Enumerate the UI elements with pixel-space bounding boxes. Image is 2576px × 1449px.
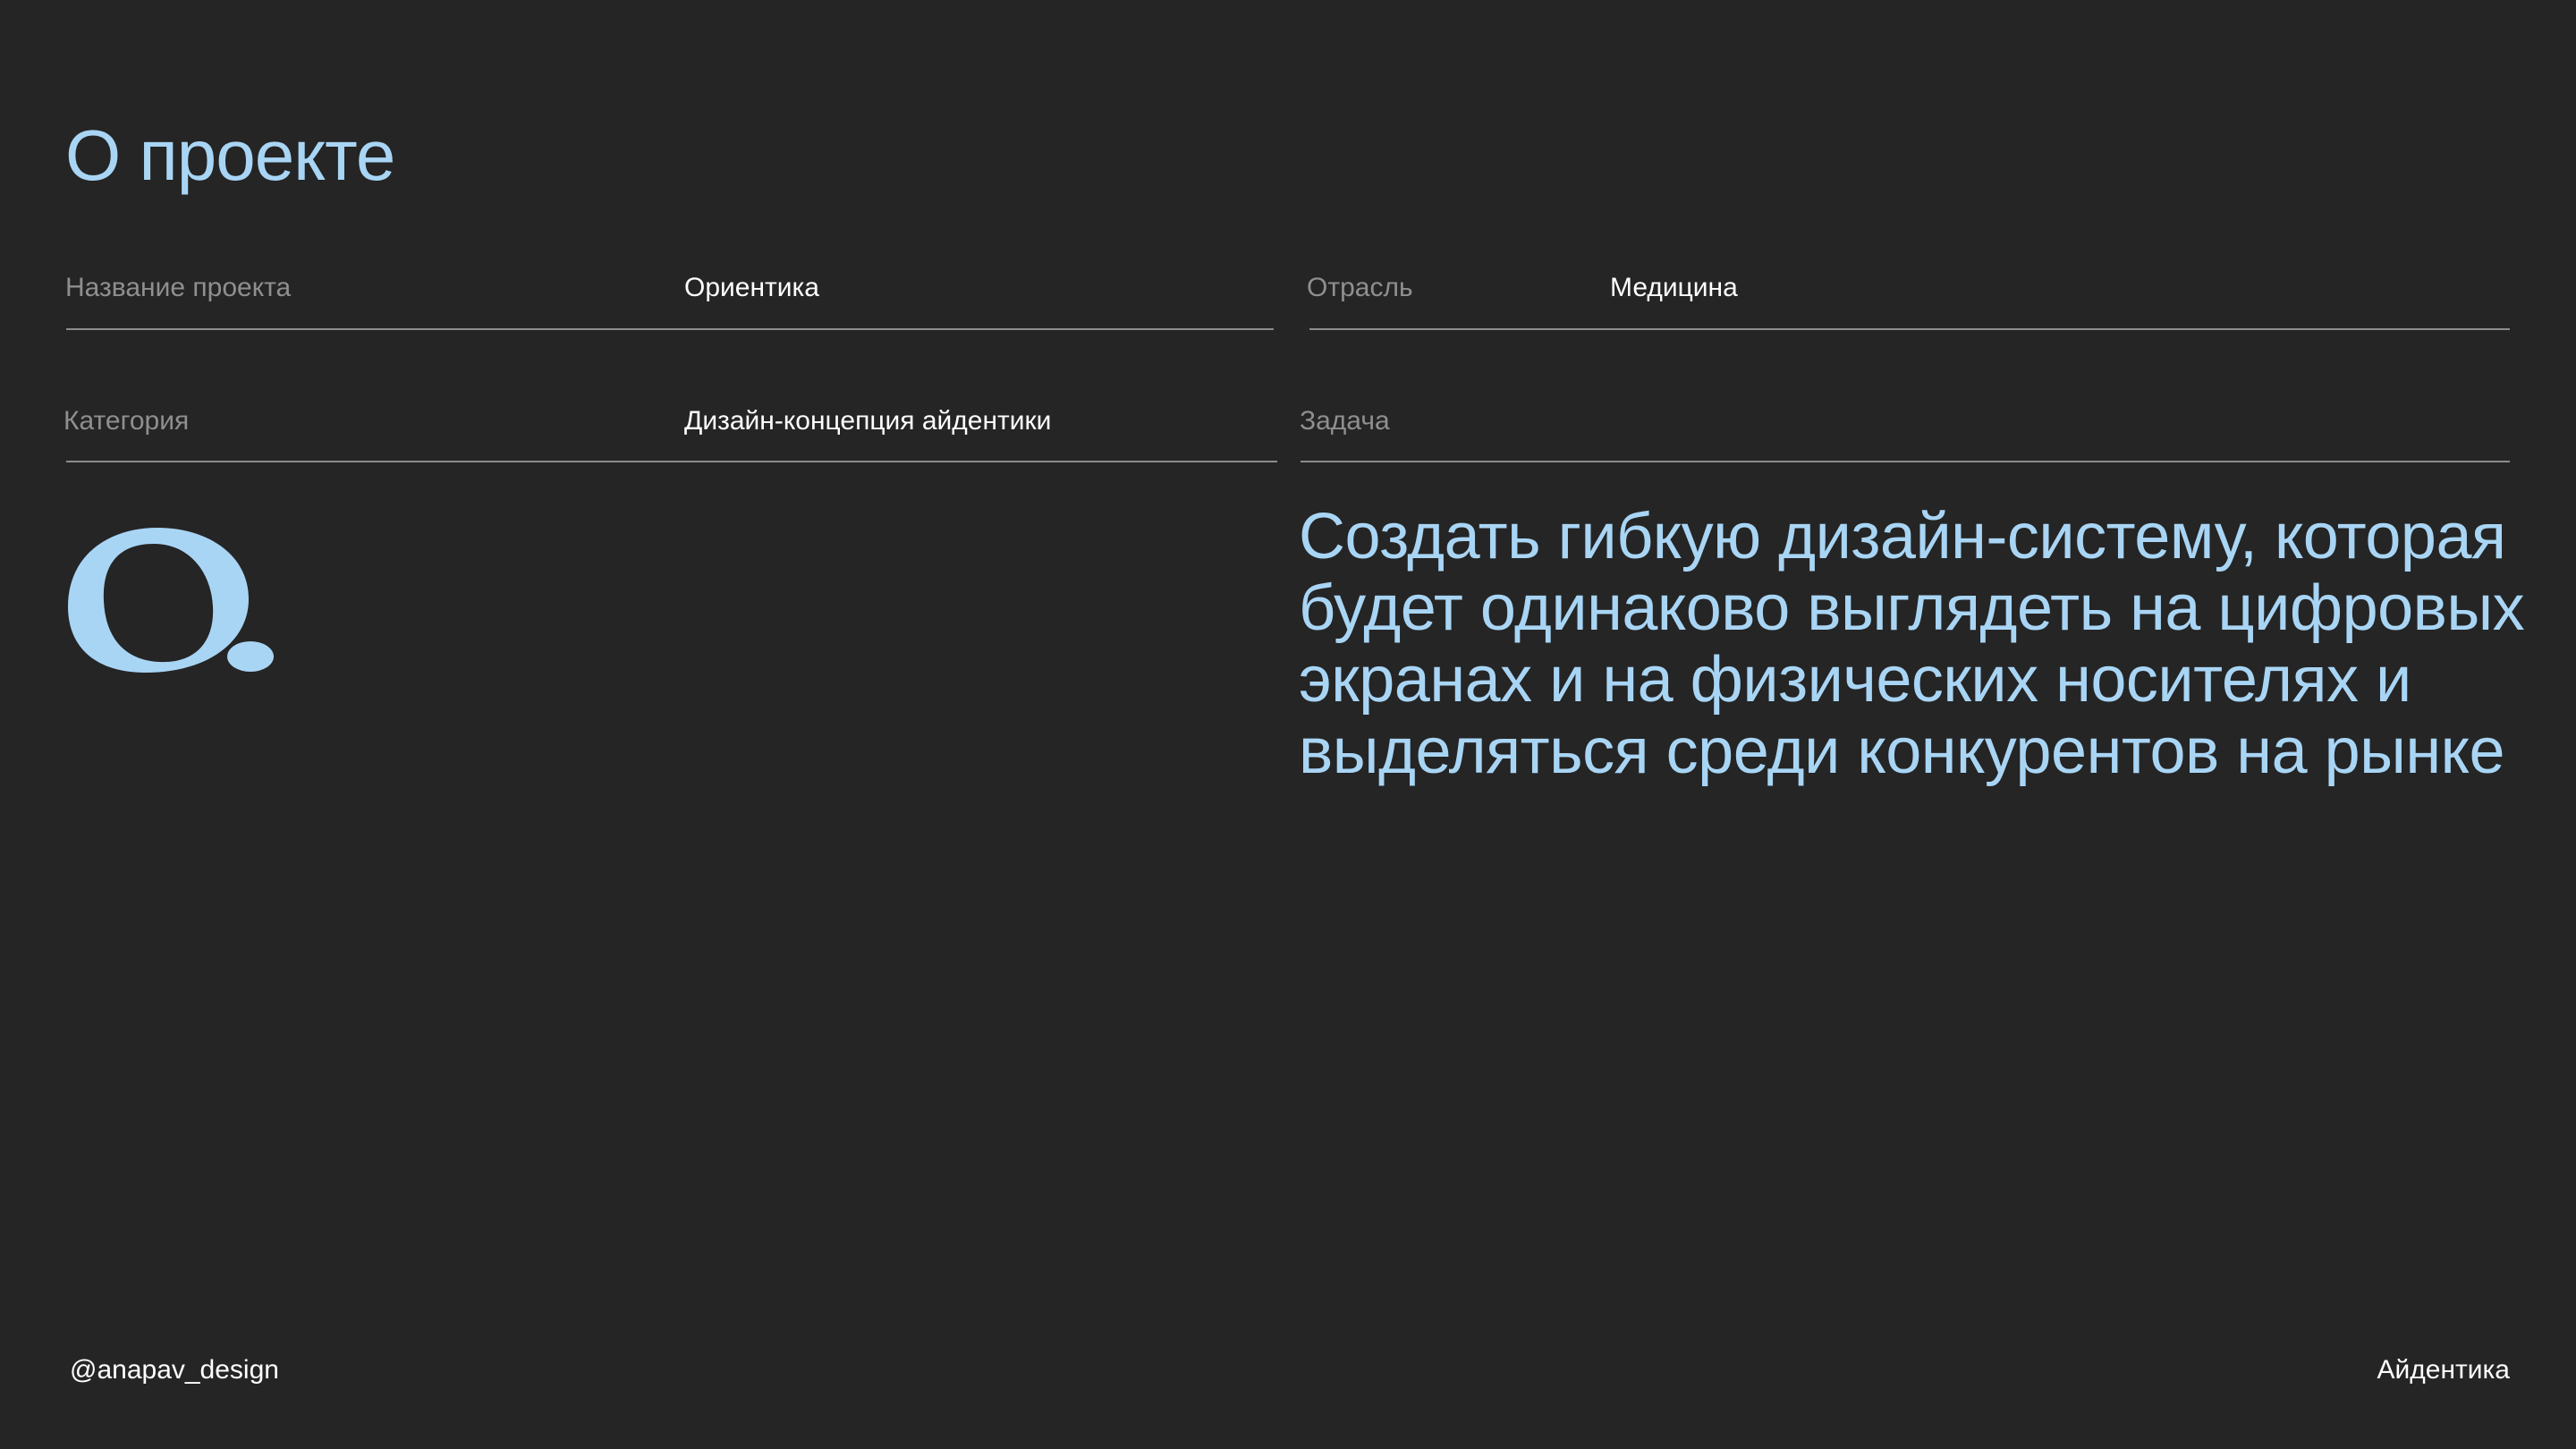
page-title: О проекте — [65, 114, 395, 195]
project-name-label: Название проекта — [65, 273, 292, 302]
industry-label: Отрасль — [1307, 273, 1413, 302]
divider-task — [1301, 461, 2510, 462]
footer-section: Айдентика — [2377, 1355, 2511, 1385]
divider-industry — [1309, 328, 2510, 330]
divider-project-name — [66, 328, 1274, 330]
divider-category — [66, 461, 1277, 462]
industry-value: Медицина — [1610, 273, 1738, 302]
category-label: Категория — [64, 406, 190, 436]
category-value: Дизайн-концепция айдентики — [684, 406, 1052, 436]
orientika-logo-icon — [68, 528, 274, 673]
footer-handle: @anapav_design — [70, 1355, 279, 1385]
project-name-value: Ориентика — [684, 273, 819, 302]
task-label: Задача — [1300, 406, 1390, 436]
task-description: Создать гибкую дизайн-систему, которая б… — [1299, 501, 2525, 787]
